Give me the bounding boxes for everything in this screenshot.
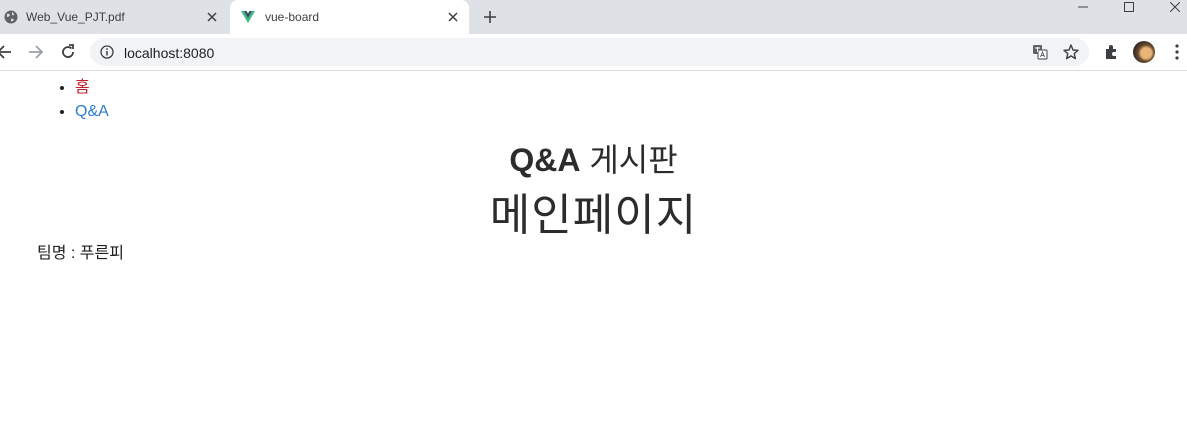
vue-logo-icon bbox=[241, 11, 255, 23]
board-title-bold: Q&A bbox=[509, 142, 581, 178]
browser-toolbar: localhost:8080 bbox=[0, 34, 1187, 71]
team-name: 팀명 : 푸른피 bbox=[37, 245, 124, 262]
close-icon[interactable] bbox=[445, 9, 461, 25]
tab-strip: Web_Vue_PJT.pdf vue-board bbox=[0, 0, 1187, 34]
page-title: 메인페이지 bbox=[489, 191, 698, 240]
address-url[interactable]: localhost:8080 bbox=[124, 45, 214, 61]
tab-vue-board[interactable]: vue-board bbox=[230, 0, 469, 34]
nav-link-home[interactable]: 홈 bbox=[75, 79, 90, 96]
maximize-icon[interactable] bbox=[1109, 0, 1149, 14]
avatar[interactable] bbox=[1133, 41, 1155, 63]
tab-title: Web_Vue_PJT.pdf bbox=[26, 10, 125, 24]
back-icon[interactable] bbox=[0, 42, 14, 62]
board-title-rest: 게시판 bbox=[580, 142, 678, 178]
nav-item-home: 홈 bbox=[75, 76, 109, 100]
globe-icon bbox=[4, 10, 18, 24]
reload-icon[interactable] bbox=[58, 42, 78, 62]
menu-icon[interactable] bbox=[1167, 42, 1187, 62]
tab-title: vue-board bbox=[265, 10, 320, 24]
board-title: Q&A 게시판 bbox=[0, 135, 1187, 181]
new-tab-icon[interactable] bbox=[481, 8, 499, 26]
close-window-icon[interactable] bbox=[1155, 0, 1187, 14]
close-icon[interactable] bbox=[204, 9, 220, 25]
nav-link-qna[interactable]: Q&A bbox=[75, 103, 109, 120]
minimize-icon[interactable] bbox=[1063, 0, 1103, 14]
forward-icon[interactable] bbox=[26, 42, 46, 62]
nav-item-qna: Q&A bbox=[75, 100, 109, 124]
nav-menu: 홈 Q&A bbox=[37, 76, 109, 124]
extensions-icon[interactable] bbox=[1102, 42, 1122, 62]
translate-icon[interactable] bbox=[1031, 43, 1049, 61]
info-icon[interactable] bbox=[100, 45, 114, 59]
star-icon[interactable] bbox=[1062, 43, 1080, 61]
tab-pdf[interactable]: Web_Vue_PJT.pdf bbox=[0, 0, 228, 34]
page-content: 홈 Q&A Q&A 게시판 메인페이지 팀명 : 푸른피 bbox=[0, 71, 1187, 442]
address-bar[interactable]: localhost:8080 bbox=[90, 38, 1089, 66]
